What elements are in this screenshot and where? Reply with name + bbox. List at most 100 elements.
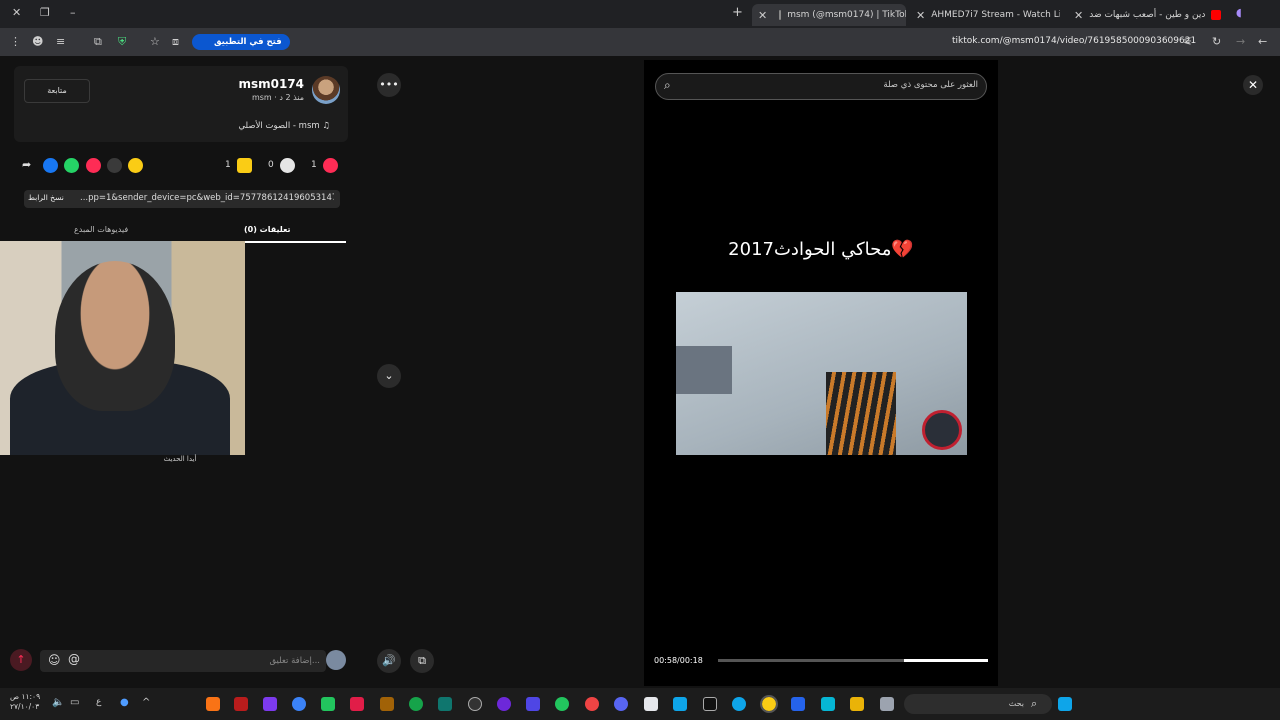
discord-icon[interactable]: [614, 697, 628, 711]
like-icon[interactable]: [323, 158, 338, 173]
whatsapp-taskbar-icon[interactable]: [555, 697, 569, 711]
close-tab-icon[interactable]: ✕: [758, 9, 767, 22]
embed-icon[interactable]: [107, 158, 122, 173]
close-window-button[interactable]: ✕: [12, 6, 21, 19]
install-app-icon[interactable]: ⧈: [172, 35, 179, 49]
tab-creator-videos[interactable]: فيديوهات المبدع: [74, 225, 128, 234]
back-icon[interactable]: ←: [1258, 35, 1267, 48]
taskbar-clock[interactable]: ١١:٠٩ ص ٢٧/١٠/٠٣: [10, 692, 40, 712]
close-video-button[interactable]: ✕: [1243, 75, 1263, 95]
shield-icon[interactable]: ⛨: [118, 35, 126, 49]
taskbar-search[interactable]: بحث: [904, 694, 1052, 714]
extensions-puzzle-icon[interactable]: ⧉: [94, 35, 102, 49]
chatgpt-icon[interactable]: [468, 697, 482, 711]
speedometer-icon: [922, 410, 962, 450]
avatar[interactable]: [312, 76, 340, 104]
share-arrow-icon[interactable]: ➦: [22, 158, 37, 173]
tab-tiktok[interactable]: ✕ msm (@msm0174) | TikTok: [752, 4, 906, 26]
commenter-avatar: [326, 650, 346, 670]
comment-icon[interactable]: [280, 158, 295, 173]
copy-link-button[interactable]: نسخ الرابط: [28, 193, 64, 202]
menu-icon[interactable]: ⋮: [10, 35, 21, 48]
webcam-caption: أيدا الحديث: [163, 455, 197, 463]
mention-icon[interactable]: @: [68, 652, 80, 666]
tiktok-favicon-icon: [779, 10, 782, 20]
chrome-icon[interactable]: [760, 695, 778, 713]
app-icon[interactable]: [497, 697, 511, 711]
xbox-icon[interactable]: [409, 697, 423, 711]
start-button[interactable]: [1058, 697, 1072, 711]
app-icon[interactable]: [263, 697, 277, 711]
pip-icon[interactable]: ⧉: [410, 649, 434, 673]
minecraft-icon[interactable]: [321, 697, 335, 711]
emoji-icon[interactable]: ☺: [48, 653, 61, 667]
language-indicator[interactable]: ع: [96, 697, 101, 707]
tab-label: دين و طين - أصعب شبهات ضد: [1089, 10, 1206, 20]
close-tab-icon[interactable]: ✕: [916, 9, 925, 22]
teams-icon[interactable]: [526, 697, 540, 711]
comment-input[interactable]: إضافة تعليق...: [40, 650, 326, 672]
save-count: 1: [225, 160, 231, 170]
search-icon[interactable]: ⌕: [664, 78, 671, 93]
app-icon[interactable]: [438, 697, 452, 711]
volume-tray-icon[interactable]: 🔈: [52, 697, 64, 708]
taskbar-search-label: بحث: [1008, 699, 1024, 708]
more-share-icon[interactable]: [128, 158, 143, 173]
app-icon[interactable]: [206, 697, 220, 711]
steam-icon[interactable]: [703, 697, 717, 711]
reading-list-icon[interactable]: ≡: [56, 35, 65, 48]
tab-youtube[interactable]: ✕ دين و طين - أصعب شبهات ضد: [1068, 4, 1228, 26]
store-icon[interactable]: [644, 697, 658, 711]
file-explorer-icon[interactable]: [850, 697, 864, 711]
tray-expand-icon[interactable]: ^: [142, 697, 150, 708]
minimize-window-button[interactable]: –: [70, 6, 76, 19]
volume-icon[interactable]: 🔊: [377, 649, 401, 673]
send-icon[interactable]: [86, 158, 101, 173]
gameplay-frame: [676, 292, 967, 455]
more-options-button[interactable]: •••: [377, 73, 401, 97]
app-icon[interactable]: [380, 697, 394, 711]
username[interactable]: msm0174: [220, 77, 304, 91]
maximize-window-button[interactable]: ❐: [40, 6, 50, 19]
app-icon[interactable]: [585, 697, 599, 711]
tab-comments[interactable]: تعليقات (0): [244, 225, 291, 234]
post-comment-button[interactable]: ↑: [10, 649, 32, 671]
youtube-favicon-icon: [1211, 10, 1222, 20]
edge-icon[interactable]: [732, 697, 746, 711]
follow-button[interactable]: متابعة: [24, 79, 90, 103]
next-video-button[interactable]: ⌄: [377, 364, 401, 388]
address-bar[interactable]: tiktok.com/@msm0174/video/76195850009036…: [952, 36, 1196, 46]
bookmark-icon[interactable]: [237, 158, 252, 173]
app-icon[interactable]: [292, 697, 306, 711]
tab-label: msm (@msm0174) | TikTok: [787, 10, 906, 20]
facebook-icon[interactable]: [43, 158, 58, 173]
app-icon[interactable]: [880, 697, 894, 711]
mail-icon[interactable]: [791, 697, 805, 711]
sound-label[interactable]: الصوت الأصلي - msm ♫: [200, 121, 330, 131]
video-title-overlay: محاكي الحوادث2017💔: [728, 239, 914, 260]
mic-icon[interactable]: ●: [120, 697, 129, 708]
open-app-label: فتح في التطبيق: [214, 37, 282, 47]
bookmark-star-icon[interactable]: ☆: [150, 35, 160, 48]
author-subline: msm · منذ 2 د: [251, 93, 304, 102]
tab-stream[interactable]: ✕ AHMED7i7 Stream - Watch Live: [910, 4, 1060, 26]
new-tab-button[interactable]: +: [732, 5, 743, 20]
sound-text: الصوت الأصلي - msm: [238, 121, 320, 131]
m365-icon[interactable]: [821, 697, 835, 711]
like-count: 1: [311, 160, 317, 170]
open-in-app-button[interactable]: فتح في التطبيق: [192, 34, 290, 50]
forward-icon[interactable]: →: [1236, 35, 1245, 48]
tab-search-icon[interactable]: ◖: [1236, 6, 1242, 19]
tab-label: AHMED7i7 Stream - Watch Live: [931, 10, 1060, 20]
site-settings-icon[interactable]: ⚟: [1183, 35, 1193, 48]
network-icon[interactable]: ▭: [70, 697, 79, 708]
app-icon[interactable]: [234, 697, 248, 711]
extension-icon[interactable]: ☻: [32, 35, 43, 48]
app-icon[interactable]: [350, 697, 364, 711]
close-tab-icon[interactable]: ✕: [1074, 9, 1083, 22]
whatsapp-icon[interactable]: [64, 158, 79, 173]
reload-icon[interactable]: ↻: [1212, 35, 1221, 48]
music-note-icon: ♫: [322, 121, 330, 131]
webcam-overlay: [0, 241, 245, 455]
telegram-icon[interactable]: [673, 697, 687, 711]
